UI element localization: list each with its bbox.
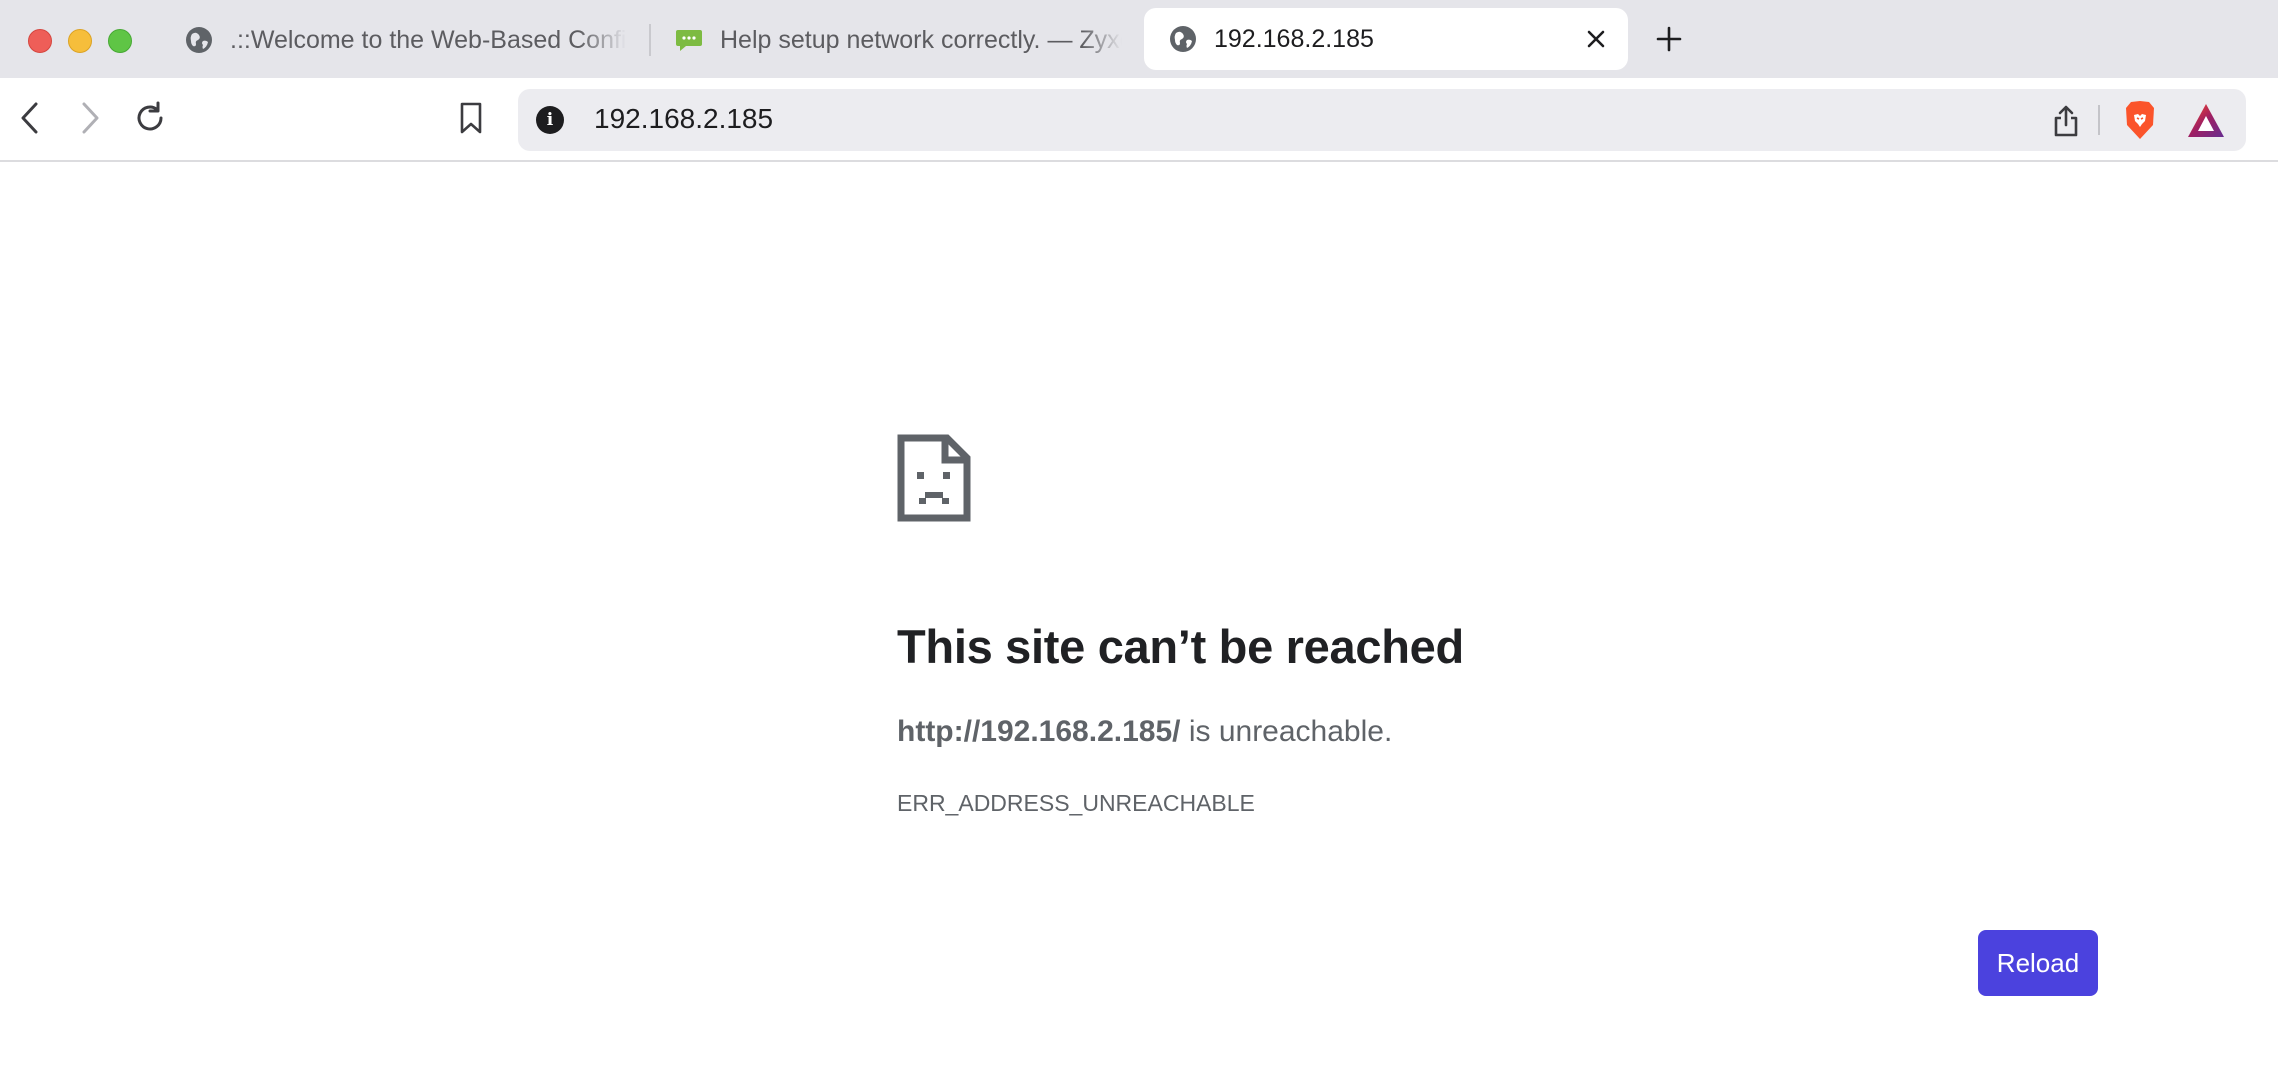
tab-strip: .::Welcome to the Web-Based Configurator… [0, 0, 2278, 78]
url-text[interactable]: 192.168.2.185 [594, 103, 773, 135]
page-content: This site can’t be reached http://192.16… [0, 164, 2278, 1090]
window-minimize-button[interactable] [68, 29, 92, 53]
tab-title: 192.168.2.185 [1214, 24, 1374, 53]
bookmark-icon[interactable] [451, 98, 491, 138]
globe-icon [184, 25, 214, 55]
error-code: ERR_ADDRESS_UNREACHABLE [897, 790, 1255, 816]
error-heading: This site can’t be reached [897, 620, 1464, 673]
tab-title: Help setup network correctly. — Zyxel Co… [720, 25, 1122, 54]
brave-rewards-triangle-icon[interactable] [2185, 101, 2227, 141]
tab-web-configurator[interactable]: .::Welcome to the Web-Based Configurator… [184, 10, 628, 70]
sad-page-icon [897, 434, 971, 522]
address-bar[interactable]: i 192.168.2.185 [518, 89, 2246, 151]
window-zoom-button[interactable] [108, 29, 132, 53]
tab-separator [649, 24, 651, 56]
forward-chevron-icon[interactable] [70, 98, 110, 138]
brave-shields-icon[interactable] [2120, 99, 2160, 141]
error-detail-suffix: is unreachable. [1180, 715, 1393, 748]
share-icon[interactable] [2048, 103, 2084, 139]
error-detail: http://192.168.2.185/ is unreachable. [897, 715, 1392, 749]
site-info-icon[interactable]: i [536, 106, 564, 134]
unreachable-url: http://192.168.2.185/ [897, 715, 1181, 748]
tab-title: .::Welcome to the Web-Based Configurator… [230, 25, 626, 54]
globe-icon [1168, 24, 1198, 54]
chat-bubble-icon [674, 25, 704, 55]
tab-active[interactable]: 192.168.2.185 [1144, 8, 1628, 70]
window-close-button[interactable] [28, 29, 52, 53]
close-tab-icon[interactable] [1582, 25, 1610, 53]
back-chevron-icon[interactable] [10, 98, 50, 138]
reload-button[interactable]: Reload [1978, 930, 2098, 996]
reload-icon[interactable] [130, 98, 170, 138]
new-tab-plus-icon[interactable] [1652, 22, 1686, 56]
tab-zyxel-community[interactable]: Help setup network correctly. — Zyxel Co… [674, 10, 1122, 70]
address-bar-divider [2098, 105, 2100, 135]
browser-toolbar: i 192.168.2.185 [0, 78, 2278, 162]
